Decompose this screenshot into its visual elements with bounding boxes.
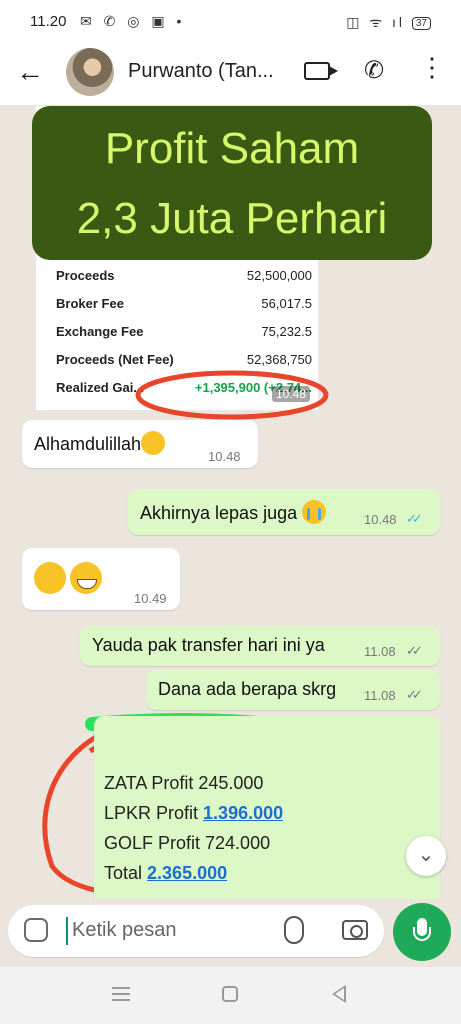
summary-label: Proceeds (Net Fee) (56, 352, 174, 367)
contact-name[interactable]: Purwanto (Tan... (128, 60, 288, 83)
chat-header: ← Purwanto (Tan... ✆ ⋮ (0, 44, 461, 106)
delivered-receipt-icon: ✓✓ (406, 643, 423, 658)
summary-value: 52,368,750 (246, 352, 312, 367)
back-arrow-icon[interactable]: ← (16, 56, 46, 92)
home-icon[interactable] (222, 986, 238, 1002)
profit-list: ZATA Profit 245.000 LPKR Profit 1.396.00… (104, 768, 283, 888)
summary-row: Proceeds 52,500,000 (56, 268, 312, 296)
summary-row: Exchange Fee 75,232.5 (56, 324, 312, 352)
message-input-box[interactable]: Ketik pesan (8, 905, 384, 957)
summary-row: Proceeds (Net Fee) 52,368,750 (56, 352, 312, 380)
message-text-content: Alhamdulillah (34, 434, 142, 454)
delivered-receipt-icon: ✓✓ (406, 687, 423, 702)
message-time: 11.08 (364, 688, 396, 703)
message-time: 11.08 (364, 644, 396, 659)
message-text: Yauda pak transfer hari ini ya (92, 635, 325, 655)
message-text: Alhamdulillah (34, 431, 166, 455)
profit-label: LPKR Profit (104, 803, 204, 823)
crying-face-emoji-icon (302, 500, 327, 524)
outgoing-message[interactable]: Akhirnya lepas juga 10.48 ✓✓ (128, 489, 440, 535)
summary-value: 52,500,000 (246, 268, 312, 283)
message-time: 10.48 (208, 449, 241, 464)
status-time: 11.20 (30, 13, 67, 30)
camera-icon[interactable] (342, 920, 368, 940)
message-time: 10.48 (271, 386, 310, 402)
attachment-icon[interactable] (284, 916, 304, 944)
phone-number-link[interactable]: 2.365.000 (147, 863, 227, 883)
contact-avatar[interactable] (66, 48, 114, 96)
message-text: Akhirnya lepas juga (140, 500, 327, 524)
raised-hands-emoji-icon (34, 562, 66, 594)
message-time: 10.49 (134, 591, 167, 606)
summary-row: Broker Fee 56,017.5 (56, 296, 312, 324)
status-bar: 11.20 ✉ ✆ ◎ ▣ • ◫ ᯤ ıl 37 (0, 0, 461, 44)
outgoing-message-profit[interactable]: ZATA Profit 245.000 LPKR Profit 1.396.00… (94, 716, 440, 899)
signal-wifi-icon: ◫ ᯤ ıl (346, 14, 405, 30)
scroll-to-bottom-button[interactable]: ⌄ (406, 836, 446, 876)
message-text-content: Akhirnya lepas juga (140, 503, 298, 523)
incoming-message[interactable]: Alhamdulillah 10.48 (22, 420, 258, 468)
message-emojis (34, 562, 103, 594)
summary-label: Proceeds (56, 268, 115, 283)
grinning-face-emoji-icon (70, 562, 103, 594)
raised-hands-emoji-icon (141, 431, 166, 455)
profit-line: GOLF Profit 724.000 (104, 833, 271, 853)
outgoing-message[interactable]: Dana ada berapa skrg 11.08 ✓✓ (146, 670, 440, 710)
phone-call-icon[interactable]: ✆ (364, 56, 384, 85)
recent-apps-icon[interactable] (112, 987, 130, 1001)
chevrons-down-icon: ⌄ (417, 844, 435, 866)
composer-bar: Ketik pesan (0, 899, 461, 967)
video-call-icon[interactable] (304, 62, 338, 80)
system-icons: ◫ ᯤ ıl 37 (346, 13, 431, 32)
outgoing-message[interactable]: Yauda pak transfer hari ini ya 11.08 ✓✓ (80, 626, 440, 666)
more-options-icon[interactable]: ⋮ (418, 54, 446, 80)
summary-label: Exchange Fee (56, 324, 144, 339)
incoming-message[interactable]: 10.49 (22, 548, 180, 610)
overlay-banner: Profit Saham 2,3 Juta Perhari (32, 106, 432, 260)
banner-subtitle: 2,3 Juta Perhari (76, 194, 388, 243)
chat-area[interactable]: ID O S Proceeds 52,500,000 Broker Fee 56… (0, 106, 461, 899)
summary-value: 75,232.5 (261, 324, 312, 339)
phone-number-link[interactable]: 1.396.000 (203, 803, 283, 823)
notification-icons: ✉ ✆ ◎ ▣ • (80, 13, 186, 29)
banner-title: Profit Saham (104, 124, 360, 173)
profit-label: Total (104, 863, 148, 883)
profit-line: LPKR Profit 1.396.000 (104, 798, 283, 828)
message-time: 10.48 (364, 512, 397, 527)
system-nav-bar (0, 967, 461, 1024)
message-input[interactable]: Ketik pesan (72, 919, 177, 942)
summary-value: 56,017.5 (261, 296, 312, 311)
summary-label: Realized Gai... (56, 380, 145, 395)
text-cursor (66, 917, 68, 945)
read-receipt-icon: ✓✓ (406, 511, 423, 526)
voice-record-button[interactable] (393, 903, 451, 961)
profit-line: Total 2.365.000 (104, 858, 283, 888)
sticker-emoji-icon[interactable] (24, 918, 48, 942)
message-text: Dana ada berapa skrg (158, 679, 337, 699)
back-triangle-icon[interactable] (332, 985, 346, 1003)
battery-icon: 37 (411, 17, 431, 30)
profit-line: ZATA Profit 245.000 (104, 773, 264, 793)
summary-label: Broker Fee (56, 296, 124, 311)
